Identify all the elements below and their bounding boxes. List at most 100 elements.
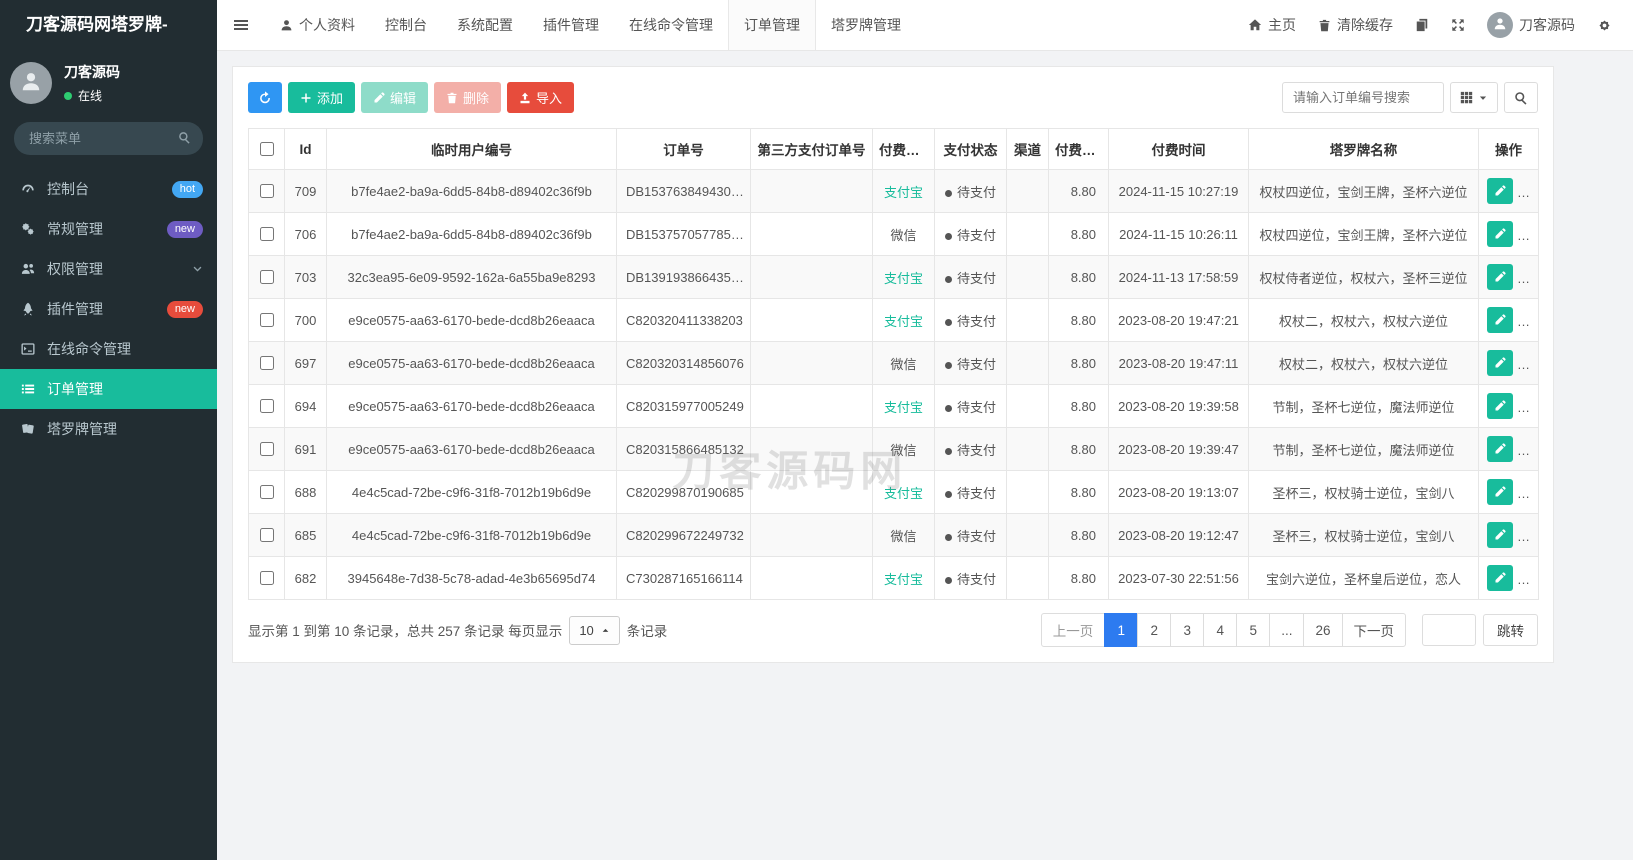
row-checkbox[interactable]: [260, 571, 274, 585]
search-button[interactable]: [1504, 82, 1538, 113]
row-checkbox[interactable]: [260, 227, 274, 241]
per-page-select[interactable]: 10: [569, 615, 620, 645]
table-row[interactable]: 700 e9ce0575-aa63-6170-bede-dcd8b26eaaca C…: [248, 298, 1539, 342]
sidebar-item-6[interactable]: 塔罗牌管理: [0, 409, 217, 449]
row-checkbox[interactable]: [260, 313, 274, 327]
user-menu[interactable]: 刀客源码: [1476, 0, 1586, 50]
row-edit-button[interactable]: [1487, 565, 1513, 591]
row-check-cell: [248, 384, 285, 428]
jump-page-input[interactable]: [1422, 614, 1476, 646]
row-edit-button[interactable]: [1487, 479, 1513, 505]
topnav-item-0[interactable]: 个人资料: [265, 0, 370, 50]
cell-id: 709: [284, 169, 327, 213]
row-edit-button[interactable]: [1487, 307, 1513, 333]
edit-button[interactable]: 编辑: [361, 82, 429, 113]
row-check-cell: [248, 513, 285, 557]
columns-button[interactable]: [1450, 82, 1498, 113]
row-checkbox[interactable]: [260, 442, 274, 456]
cell-id: 682: [284, 556, 327, 600]
table-row[interactable]: 688 4e4c5cad-72be-c9f6-31f8-7012b19b6d9e C…: [248, 470, 1539, 514]
add-button[interactable]: 添加: [288, 82, 356, 113]
sidebar-item-label: 订单管理: [47, 381, 103, 397]
user-icon: [1493, 17, 1507, 34]
cell-amount: 8.80: [1048, 212, 1109, 256]
row-edit-button[interactable]: [1487, 393, 1513, 419]
table-row[interactable]: 682 3945648e-7d38-5c78-adad-4e3b65695d74 C…: [248, 556, 1539, 600]
row-checkbox[interactable]: [260, 485, 274, 499]
window-switch-button[interactable]: [1404, 0, 1440, 50]
topnav-item-1[interactable]: 控制台: [370, 0, 442, 50]
page-4[interactable]: 4: [1203, 613, 1238, 647]
cell-user-no: 32c3ea95-6e09-9592-162a-6a55ba9e8293: [326, 255, 617, 299]
clear-cache-button[interactable]: 清除缓存: [1307, 0, 1404, 50]
table-row[interactable]: 706 b7fe4ae2-ba9a-6dd5-84b8-d89402c36f9b D…: [248, 212, 1539, 256]
pencil-icon: [373, 91, 385, 104]
row-edit-button[interactable]: [1487, 436, 1513, 462]
sidebar-toggle-button[interactable]: [217, 0, 265, 50]
sidebar-item-label: 在线命令管理: [47, 341, 131, 357]
table-row[interactable]: 691 e9ce0575-aa63-6170-bede-dcd8b26eaaca C…: [248, 427, 1539, 471]
cell-amount: 8.80: [1048, 427, 1109, 471]
sidebar-item-0[interactable]: 控制台 hot: [0, 169, 217, 209]
topnav-item-6[interactable]: 塔罗牌管理: [816, 0, 916, 50]
row-edit-button[interactable]: [1487, 522, 1513, 548]
sidebar-item-5[interactable]: 订单管理: [0, 369, 217, 409]
users-icon: [20, 262, 36, 276]
main-area: 个人资料 控制台 系统配置 插件管理 在线命令管理 订单管理 塔罗牌管理 主页 清除缓存: [217, 0, 1633, 860]
page-1[interactable]: 1: [1104, 613, 1139, 647]
topnav-item-label: 插件管理: [543, 17, 599, 33]
row-checkbox[interactable]: [260, 270, 274, 284]
page-prev[interactable]: 上一页: [1040, 613, 1106, 647]
table-row[interactable]: 685 4e4c5cad-72be-c9f6-31f8-7012b19b6d9e C…: [248, 513, 1539, 557]
table-row[interactable]: 709 b7fe4ae2-ba9a-6dd5-84b8-d89402c36f9b D…: [248, 169, 1539, 213]
refresh-button[interactable]: [248, 82, 282, 113]
select-all-checkbox[interactable]: [260, 142, 274, 156]
edit-button-label: 编辑: [390, 91, 417, 106]
import-button[interactable]: 导入: [507, 82, 575, 113]
fullscreen-button[interactable]: [1440, 0, 1476, 50]
menu-search-input[interactable]: [14, 122, 203, 155]
page-3[interactable]: 3: [1170, 613, 1205, 647]
topnav-item-2[interactable]: 系统配置: [442, 0, 528, 50]
sidebar-item-4[interactable]: 在线命令管理: [0, 329, 217, 369]
cell-qudao: [1006, 341, 1049, 385]
row-checkbox[interactable]: [260, 528, 274, 542]
cell-amount: 8.80: [1048, 384, 1109, 428]
row-checkbox[interactable]: [260, 356, 274, 370]
cell-status: 待支付: [934, 556, 1007, 600]
settings-button[interactable]: [1586, 0, 1623, 50]
table-row[interactable]: 694 e9ce0575-aa63-6170-bede-dcd8b26eaaca C…: [248, 384, 1539, 428]
table-row[interactable]: 703 32c3ea95-6e09-9592-162a-6a55ba9e8293 D…: [248, 255, 1539, 299]
page-5[interactable]: 5: [1236, 613, 1271, 647]
cell-order-no: C820315866485132: [616, 427, 751, 471]
column-header: Id: [284, 128, 327, 170]
page-next[interactable]: 下一页: [1341, 613, 1406, 647]
topnav-item-5[interactable]: 订单管理: [728, 0, 816, 50]
page-2[interactable]: 2: [1137, 613, 1172, 647]
column-header: 付费时间: [1108, 128, 1249, 170]
status-dot-icon: [944, 189, 952, 197]
home-link[interactable]: 主页: [1237, 0, 1307, 50]
row-checkbox[interactable]: [260, 184, 274, 198]
cell-amount: 8.80: [1048, 255, 1109, 299]
cell-ops: [1478, 298, 1539, 342]
order-search-input[interactable]: [1282, 82, 1444, 113]
row-edit-button[interactable]: [1487, 350, 1513, 376]
topnav-item-3[interactable]: 插件管理: [528, 0, 614, 50]
row-edit-button[interactable]: [1487, 221, 1513, 247]
cell-amount: 8.80: [1048, 513, 1109, 557]
sidebar-item-3[interactable]: 插件管理 new: [0, 289, 217, 329]
sidebar-item-2[interactable]: 权限管理: [0, 249, 217, 289]
topnav-item-4[interactable]: 在线命令管理: [614, 0, 728, 50]
table-row[interactable]: 697 e9ce0575-aa63-6170-bede-dcd8b26eaaca C…: [248, 341, 1539, 385]
user-status: 在线: [64, 87, 120, 104]
cell-amount: 8.80: [1048, 556, 1109, 600]
row-edit-button[interactable]: [1487, 178, 1513, 204]
row-checkbox[interactable]: [260, 399, 274, 413]
delete-button[interactable]: 删除: [434, 82, 502, 113]
jump-button[interactable]: 跳转: [1483, 614, 1538, 646]
row-edit-button[interactable]: [1487, 264, 1513, 290]
page-26[interactable]: 26: [1303, 613, 1343, 647]
sidebar-item-1[interactable]: 常规管理 new: [0, 209, 217, 249]
sidebar-menu: 控制台 hot 常规管理 new 权限管理 插件管理 new 在线命令管理 订单管理塔罗牌管理: [0, 169, 217, 860]
